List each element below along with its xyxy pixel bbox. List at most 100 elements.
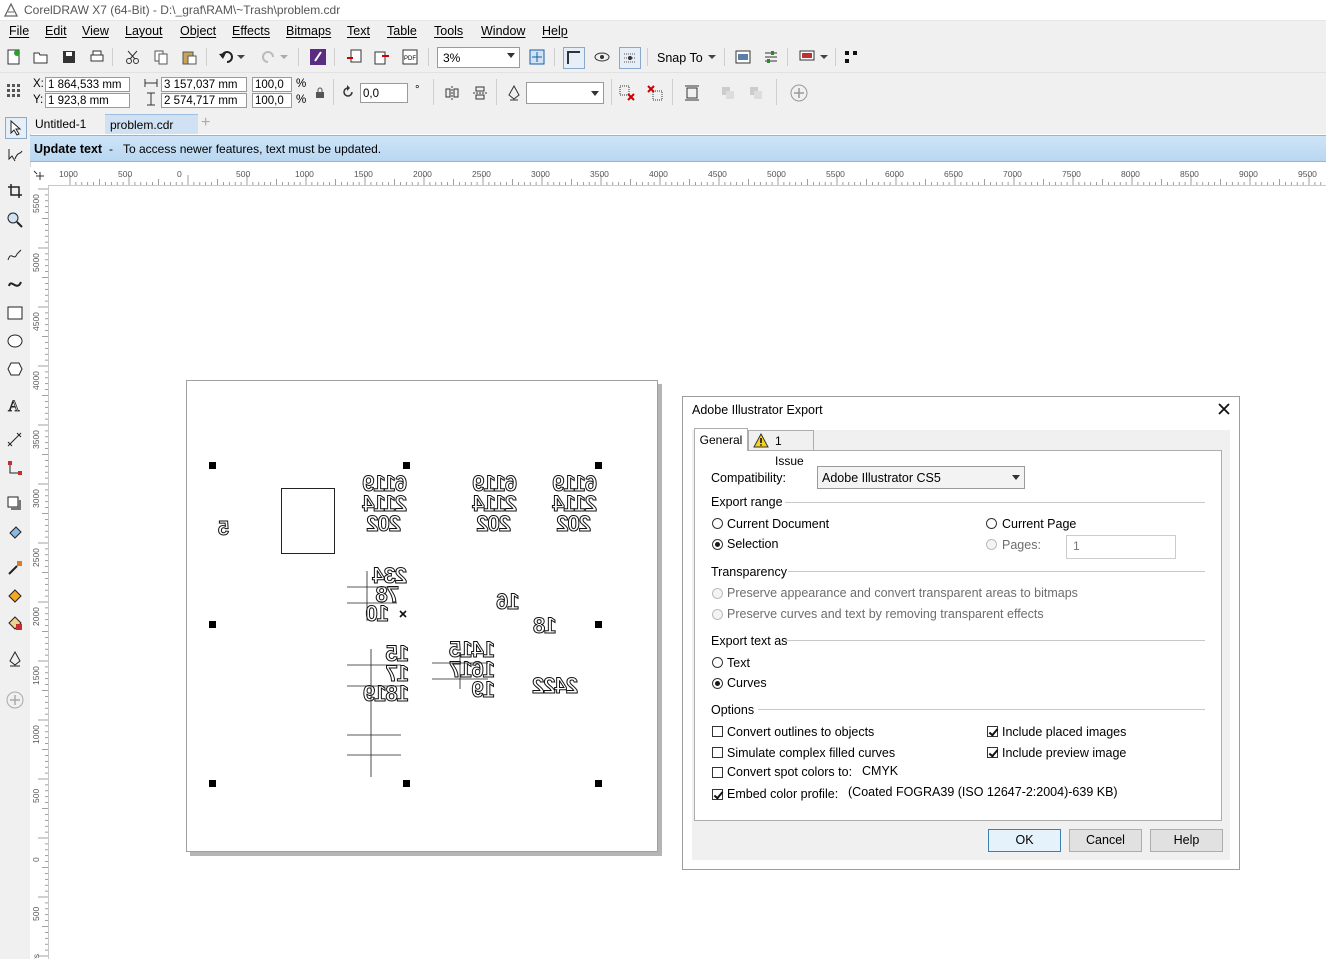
- copy-icon[interactable]: [151, 47, 171, 67]
- show-grid-icon[interactable]: [619, 47, 641, 69]
- zoom-to-page-icon[interactable]: [527, 47, 547, 67]
- mirror-horizontal-icon[interactable]: [442, 83, 462, 103]
- menu-help[interactable]: Help: [542, 24, 568, 38]
- embed-profile-checkbox[interactable]: [712, 789, 723, 800]
- search-content-icon[interactable]: [308, 47, 328, 67]
- zoom-level-combo[interactable]: 3%: [437, 47, 520, 68]
- ok-button[interactable]: OK: [988, 829, 1061, 852]
- include-preview-checkbox[interactable]: [987, 747, 998, 758]
- width-field[interactable]: 3 157,037 mm: [161, 77, 247, 92]
- height-field[interactable]: 2 574,717 mm: [161, 93, 247, 108]
- export-icon[interactable]: [372, 47, 392, 67]
- text-tool-icon[interactable]: A: [5, 395, 25, 415]
- snap-to-button[interactable]: Snap To: [657, 51, 703, 65]
- curves-radio[interactable]: [712, 678, 723, 689]
- save-icon[interactable]: [59, 47, 79, 67]
- lock-ratio-icon[interactable]: [313, 83, 327, 103]
- paste-icon[interactable]: [179, 47, 199, 67]
- options-icon[interactable]: [761, 47, 781, 67]
- help-button[interactable]: Help: [1150, 829, 1223, 852]
- selection-handle[interactable]: [595, 780, 602, 787]
- update-text-button[interactable]: Update text: [34, 142, 102, 156]
- add-icon[interactable]: [789, 83, 809, 103]
- undo-icon[interactable]: [217, 47, 237, 67]
- import-icon[interactable]: [344, 47, 364, 67]
- tab-issues[interactable]: 1 Issue: [748, 430, 814, 468]
- tab-general[interactable]: General: [694, 428, 748, 451]
- polygon-tool-icon[interactable]: [5, 359, 25, 379]
- selection-handle[interactable]: [403, 462, 410, 469]
- cancel-button[interactable]: Cancel: [1069, 829, 1142, 852]
- mirror-vertical-icon[interactable]: [470, 83, 490, 103]
- menu-layout[interactable]: Layout: [125, 24, 163, 38]
- ellipse-tool-icon[interactable]: [5, 331, 25, 351]
- menu-file[interactable]: File: [9, 24, 29, 38]
- menu-tools[interactable]: Tools: [434, 24, 463, 38]
- full-screen-preview-icon[interactable]: [592, 47, 612, 67]
- selection-handle[interactable]: [595, 621, 602, 628]
- preserve-appearance-radio[interactable]: [712, 588, 723, 599]
- outline-tool-icon[interactable]: [5, 649, 25, 669]
- interactive-fill-icon[interactable]: [5, 586, 25, 606]
- pages-radio[interactable]: [986, 539, 997, 550]
- simulate-complex-checkbox[interactable]: [712, 747, 723, 758]
- menu-window[interactable]: Window: [481, 24, 525, 38]
- horizontal-ruler[interactable]: 1000 500 0 500 1000 1500 2000 2500 3000 3500 4000 4…: [48, 167, 1326, 186]
- pick-tool-icon[interactable]: [5, 117, 27, 139]
- customize-toolbox-icon[interactable]: [5, 690, 25, 710]
- selection-handle[interactable]: [209, 621, 216, 628]
- current-page-radio[interactable]: [986, 518, 997, 529]
- zoom-tool-icon[interactable]: [5, 210, 25, 230]
- crop-tool-icon[interactable]: [5, 181, 25, 201]
- show-rulers-icon[interactable]: [563, 47, 585, 69]
- new-document-icon[interactable]: [4, 47, 24, 67]
- application-launcher-icon[interactable]: [797, 47, 817, 67]
- selection-handle[interactable]: [403, 780, 410, 787]
- document-page[interactable]: 5 6119 2114 202 6119 2114 202 6119 2114 …: [186, 380, 658, 852]
- object-origin-icon[interactable]: [4, 81, 24, 101]
- transparency-icon[interactable]: [5, 522, 25, 542]
- redo-dropdown-icon[interactable]: [279, 47, 289, 67]
- eyedropper-icon[interactable]: [5, 558, 25, 578]
- ruler-corner[interactable]: [30, 167, 48, 185]
- cut-icon[interactable]: [123, 47, 143, 67]
- scale-height-field[interactable]: 100,0: [252, 93, 292, 108]
- to-front-icon[interactable]: [617, 83, 637, 103]
- selection-handle[interactable]: [595, 462, 602, 469]
- parallel-dimension-icon[interactable]: [5, 430, 25, 450]
- rotation-angle-field[interactable]: 0,0: [360, 83, 408, 103]
- freehand-tool-icon[interactable]: [5, 246, 25, 266]
- redo-icon[interactable]: [258, 47, 278, 67]
- selection-handle[interactable]: [209, 462, 216, 469]
- preserve-curves-radio[interactable]: [712, 609, 723, 620]
- outline-width-combo[interactable]: [526, 82, 604, 104]
- pages-input[interactable]: 1: [1066, 535, 1176, 559]
- menu-object[interactable]: Object: [180, 24, 216, 38]
- close-icon[interactable]: [1215, 400, 1233, 418]
- outline-pen-icon[interactable]: [504, 83, 524, 103]
- shape-tool-icon[interactable]: [5, 145, 25, 165]
- to-back-icon[interactable]: [645, 83, 665, 103]
- current-document-radio[interactable]: [712, 518, 723, 529]
- connector-tool-icon[interactable]: [5, 458, 25, 478]
- tab-untitled-1[interactable]: Untitled-1: [30, 114, 105, 134]
- selection-radio[interactable]: [712, 539, 723, 550]
- menu-text[interactable]: Text: [347, 24, 370, 38]
- menu-table[interactable]: Table: [387, 24, 417, 38]
- print-icon[interactable]: [87, 47, 107, 67]
- spot-color-value[interactable]: CMYK: [862, 764, 898, 778]
- menu-edit[interactable]: Edit: [45, 24, 67, 38]
- menu-bitmaps[interactable]: Bitmaps: [286, 24, 331, 38]
- publish-pdf-icon[interactable]: PDF: [400, 47, 420, 67]
- undo-dropdown-icon[interactable]: [236, 47, 246, 67]
- welcome-screen-icon[interactable]: [733, 47, 753, 67]
- tab-problem-cdr[interactable]: problem.cdr: [105, 114, 198, 134]
- menu-effects[interactable]: Effects: [232, 24, 270, 38]
- rectangle-tool-icon[interactable]: [5, 303, 25, 323]
- snap-to-dropdown-icon[interactable]: [706, 47, 718, 67]
- y-position-field[interactable]: 1 923,8 mm: [45, 93, 130, 108]
- drop-shadow-icon[interactable]: [5, 494, 25, 514]
- compatibility-select[interactable]: Adobe Illustrator CS5: [817, 466, 1025, 489]
- text-radio[interactable]: [712, 657, 723, 668]
- scale-width-field[interactable]: 100,0: [252, 77, 292, 92]
